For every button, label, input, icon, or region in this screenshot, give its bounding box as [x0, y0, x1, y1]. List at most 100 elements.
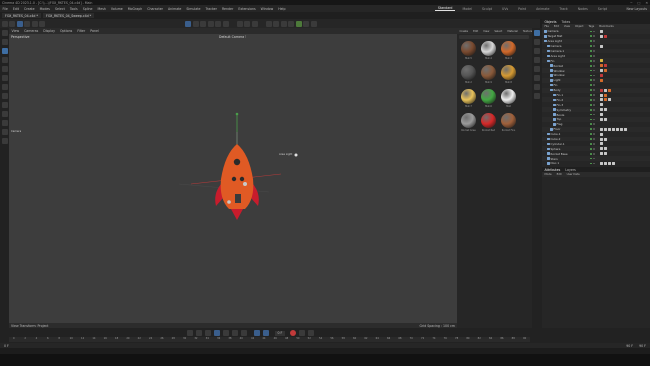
editor-visibility-dot[interactable] [590, 147, 592, 150]
editor-visibility-dot[interactable] [590, 54, 592, 57]
render-visibility-dot[interactable] [592, 30, 595, 33]
visibility-flags[interactable] [590, 35, 595, 38]
material-search-field[interactable] [459, 35, 529, 39]
menu-character[interactable]: Character [145, 7, 166, 11]
render-visibility-dot[interactable] [592, 108, 595, 111]
layout-model[interactable]: Model [459, 7, 475, 11]
maximize-icon[interactable]: □ [637, 1, 640, 5]
axis-icon[interactable] [1, 120, 8, 126]
loop-icon[interactable] [254, 330, 260, 336]
undo-icon[interactable] [1, 20, 8, 27]
previous-key-icon[interactable] [195, 330, 202, 336]
menu-render[interactable]: Render [219, 7, 235, 11]
material-swatch[interactable]: Mat.2 [459, 65, 478, 89]
render-visibility-dot[interactable] [592, 50, 595, 52]
menu-spline[interactable]: Spline [80, 7, 95, 11]
menu-window[interactable]: Window [258, 7, 276, 11]
render-icon[interactable] [244, 20, 250, 27]
tag-icon[interactable] [600, 88, 603, 92]
magnet-icon[interactable] [1, 111, 8, 117]
render-visibility-dot[interactable] [592, 84, 595, 87]
tag-icon[interactable] [600, 113, 603, 117]
menu-extensions[interactable]: Extensions [236, 7, 258, 11]
render-queue-icon[interactable] [533, 93, 540, 99]
tag-icon[interactable] [604, 64, 607, 68]
knife-icon[interactable] [1, 129, 8, 135]
visibility-flags[interactable] [590, 123, 595, 126]
rotate-tool-icon[interactable] [1, 57, 8, 63]
visibility-flags[interactable] [590, 54, 595, 57]
tag-icon[interactable] [600, 142, 603, 146]
render-visibility-dot[interactable] [592, 79, 595, 82]
render-visibility-dot[interactable] [592, 162, 595, 165]
next-key-icon[interactable] [231, 330, 238, 336]
visibility-flags[interactable] [590, 162, 595, 165]
render-visibility-dot[interactable] [592, 54, 595, 57]
layout-uvs[interactable]: UVs [499, 7, 511, 11]
editor-visibility-dot[interactable] [590, 35, 592, 38]
visibility-flags[interactable] [590, 103, 595, 106]
visibility-flags[interactable] [590, 94, 595, 96]
material-swatch[interactable]: Mat.5 [459, 41, 478, 65]
tag-icon[interactable] [604, 137, 607, 141]
tag-icon[interactable] [604, 117, 607, 121]
objects-menu-tags[interactable]: Tags [586, 25, 597, 28]
edges-mode-icon[interactable] [31, 20, 38, 27]
layers-icon[interactable] [533, 39, 540, 45]
takes-icon[interactable] [533, 75, 540, 81]
objects-menu-bookmarks[interactable]: Bookmarks [597, 25, 617, 28]
material-menu-create[interactable]: Create [457, 30, 471, 33]
material-menu-view[interactable]: View [481, 30, 492, 33]
timeline-ruler[interactable]: 0 2 4 6 8 10 12 14 16 18 20 22 24 26 28 30 32 34 36 38 40 42 4… [9, 337, 530, 342]
editor-visibility-dot[interactable] [590, 50, 592, 52]
objects-menu-view[interactable]: View [561, 25, 572, 28]
render-view-icon[interactable] [236, 20, 243, 27]
tag-icon[interactable] [600, 98, 603, 102]
tag-icon[interactable] [600, 29, 603, 33]
visibility-flags[interactable] [590, 45, 595, 47]
tag-icon[interactable] [608, 88, 611, 92]
layout-paint[interactable]: Paint [515, 7, 529, 11]
tag-icon[interactable] [600, 152, 603, 156]
range-start[interactable]: 0 F [4, 344, 9, 348]
tag-icon[interactable] [620, 127, 623, 131]
menu-volume[interactable]: Volume [108, 7, 125, 11]
close-icon[interactable]: ✕ [645, 1, 648, 5]
object-row[interactable]: Disc.1 [542, 161, 650, 166]
document-tab[interactable]: FOX_RKTES_04_Sweep.c4d * [43, 13, 95, 18]
tag-icon[interactable] [604, 127, 607, 131]
material-menu-edit[interactable]: Edit [471, 30, 481, 33]
tag-icon[interactable] [604, 161, 607, 165]
new-layouts-button[interactable]: New Layouts [627, 7, 647, 11]
visibility-flags[interactable] [590, 113, 595, 116]
layout-track[interactable]: Track [556, 7, 570, 11]
render-visibility-dot[interactable] [592, 40, 595, 43]
material-swatch[interactable]: Mat.3 [499, 41, 518, 65]
editor-visibility-dot[interactable] [590, 108, 592, 111]
points-mode-icon[interactable] [24, 20, 30, 27]
editor-visibility-dot[interactable] [590, 143, 592, 145]
editor-visibility-dot[interactable] [590, 128, 592, 131]
model-mode-icon[interactable] [16, 20, 23, 27]
tag-icon[interactable] [624, 127, 627, 131]
visibility-flags[interactable] [590, 89, 595, 92]
viewport-menu-options[interactable]: Options [58, 29, 75, 33]
material-swatch[interactable]: Rocket Gree [459, 113, 478, 137]
visibility-flags[interactable] [590, 59, 595, 62]
project-end[interactable]: 90 F [639, 344, 646, 348]
editor-visibility-dot[interactable] [590, 74, 592, 77]
motion-record-icon[interactable] [307, 330, 314, 336]
menu-select[interactable]: Select [52, 7, 67, 11]
viewport[interactable]: Perspective Default Camera ⁝ Area Light … [9, 34, 457, 324]
editor-visibility-dot[interactable] [590, 123, 592, 126]
keyframe-icon[interactable] [298, 330, 305, 336]
material-swatch[interactable]: Mat.7 [459, 89, 478, 113]
material-swatch[interactable]: Rocket Red [479, 113, 498, 137]
texture-icon[interactable] [1, 102, 8, 108]
go-to-start-icon[interactable] [186, 330, 193, 336]
tag-icon[interactable] [600, 103, 603, 107]
editor-visibility-dot[interactable] [590, 157, 592, 160]
array-icon[interactable] [288, 20, 294, 27]
visibility-flags[interactable] [590, 143, 595, 145]
y-axis-handle[interactable] [235, 112, 239, 116]
